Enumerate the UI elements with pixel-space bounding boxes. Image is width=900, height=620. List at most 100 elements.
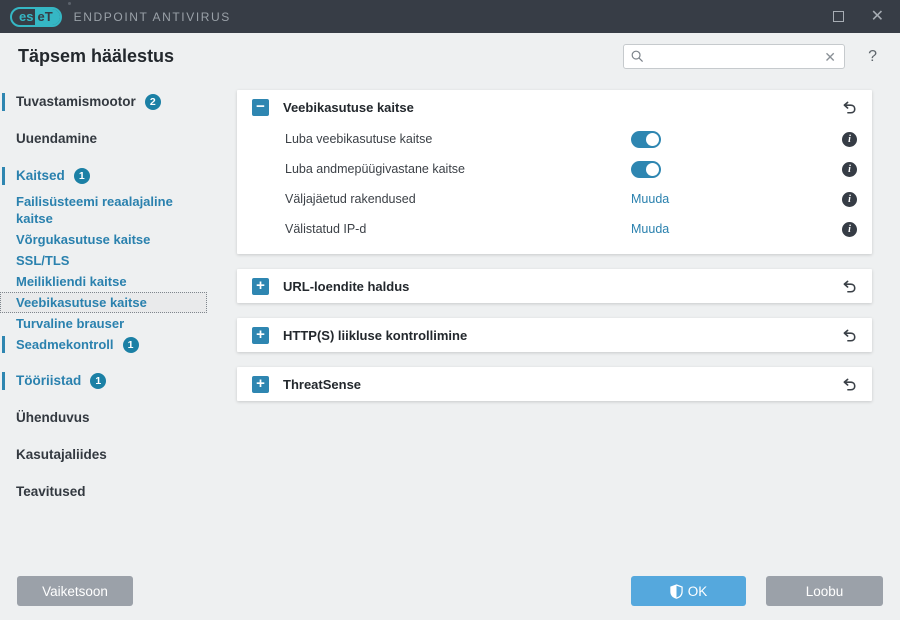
toggle-switch[interactable] bbox=[631, 160, 661, 178]
active-indicator bbox=[2, 372, 5, 390]
section-header-url-loendite-haldus[interactable]: + URL-loendite haldus bbox=[237, 269, 872, 303]
revert-to-default-icon[interactable] bbox=[842, 377, 857, 392]
eset-logo-left: es bbox=[19, 8, 34, 24]
revert-to-default-icon[interactable] bbox=[842, 279, 857, 294]
sidebar-item-ssl-tls[interactable]: SSL/TLS bbox=[0, 250, 207, 271]
sidebar-item-teavitused[interactable]: Teavitused bbox=[0, 481, 207, 503]
section-title: URL-loendite haldus bbox=[283, 278, 410, 294]
info-icon[interactable]: i bbox=[842, 191, 857, 207]
search-icon bbox=[631, 50, 644, 63]
setting-label: Luba andmepüügivastane kaitse bbox=[285, 162, 465, 176]
close-icon[interactable]: ✕ bbox=[871, 8, 884, 25]
info-icon[interactable]: i bbox=[842, 161, 857, 177]
section-title: HTTP(S) liikluse kontrollimine bbox=[283, 327, 468, 343]
sidebar-item-label: Kasutajaliides bbox=[16, 447, 107, 462]
sidebar-item-vorgukasutuse-kaitse[interactable]: Võrgukasutuse kaitse bbox=[0, 229, 207, 250]
revert-to-default-icon[interactable] bbox=[842, 100, 857, 115]
toggle-switch[interactable] bbox=[631, 130, 661, 148]
titlebar: es eT ENDPOINT ANTIVIRUS ✕ bbox=[0, 0, 900, 33]
notification-badge: 1 bbox=[122, 337, 139, 353]
clear-search-icon[interactable]: ✕ bbox=[823, 50, 837, 64]
section-title: Veebikasutuse kaitse bbox=[283, 99, 414, 115]
collapse-icon[interactable]: − bbox=[252, 98, 269, 116]
sidebar-item-label: Failisüsteemi reaalajaline kaitse bbox=[16, 194, 173, 226]
setting-label: Välistatud IP-d bbox=[285, 222, 367, 236]
settings-section-https-liikluse-kontrollimine: + HTTP(S) liikluse kontrollimine bbox=[237, 318, 872, 352]
sidebar-item-label: Veebikasutuse kaitse bbox=[16, 295, 147, 310]
sidebar-item-seadmekontroll[interactable]: Seadmekontroll 1 bbox=[0, 334, 207, 355]
edit-link[interactable]: Muuda bbox=[631, 222, 669, 236]
active-indicator bbox=[2, 167, 5, 185]
info-icon[interactable]: i bbox=[842, 131, 857, 147]
page-title: Täpsem häälestus bbox=[18, 46, 175, 66]
sidebar-item-label: Ühenduvus bbox=[16, 410, 90, 425]
sidebar-item-label: Teavitused bbox=[16, 484, 86, 499]
sidebar-item-uuendamine[interactable]: Uuendamine bbox=[0, 128, 207, 150]
setting-label: Luba veebikasutuse kaitse bbox=[285, 132, 433, 146]
sidebar-item-uhenduvus[interactable]: Ühenduvus bbox=[0, 407, 207, 429]
active-indicator bbox=[2, 336, 5, 353]
sidebar-item-meilikliendi-kaitse[interactable]: Meilikliendi kaitse bbox=[0, 271, 207, 292]
notification-badge: 1 bbox=[73, 168, 90, 184]
window-controls: ✕ bbox=[832, 8, 884, 25]
sidebar-item-label: Seadmekontroll bbox=[16, 337, 114, 352]
toggle-knob bbox=[646, 132, 659, 146]
settings-section-veebikasutuse-kaitse: − Veebikasutuse kaitse Luba veebikasutuse … bbox=[237, 90, 872, 254]
sidebar-item-tooriistad[interactable]: Tööriistad 1 bbox=[0, 370, 207, 392]
help-icon[interactable]: ? bbox=[868, 48, 877, 66]
expand-icon[interactable]: + bbox=[252, 375, 269, 393]
eset-logo: es eT bbox=[10, 6, 62, 27]
section-header-veebikasutuse-kaitse[interactable]: − Veebikasutuse kaitse bbox=[237, 90, 872, 124]
ok-button[interactable]: OK bbox=[631, 576, 746, 606]
cancel-button[interactable]: Loobu bbox=[766, 576, 883, 606]
shield-icon bbox=[670, 583, 683, 599]
section-title: ThreatSense bbox=[283, 376, 362, 392]
footer: Vaiketsoon OK Loobu bbox=[0, 560, 900, 620]
toggle-knob bbox=[646, 162, 659, 176]
setting-row-luba-veebikasutuse-kaitse: Luba veebikasutuse kaitse i bbox=[252, 124, 857, 154]
section-header-https-liikluse-kontrollimine[interactable]: + HTTP(S) liikluse kontrollimine bbox=[237, 318, 872, 352]
notification-badge: 1 bbox=[90, 373, 107, 389]
edit-link[interactable]: Muuda bbox=[631, 192, 669, 206]
expand-icon[interactable]: + bbox=[252, 326, 269, 344]
active-indicator bbox=[2, 93, 5, 111]
sidebar-item-label: Kaitsed bbox=[16, 168, 65, 183]
sidebar-item-label: Tööriistad bbox=[16, 373, 82, 388]
setting-row-valjajaetud-rakendused: Väljajäetud rakendused Muuda i bbox=[252, 184, 857, 214]
header: Täpsem häälestus ✕ ? bbox=[0, 33, 900, 88]
maximize-icon[interactable] bbox=[832, 11, 844, 22]
sidebar-item-tuvastamismootor[interactable]: Tuvastamismootor 2 bbox=[0, 91, 207, 113]
content-area: Tuvastamismootor 2 Uuendamine Kaitsed 1 Faili… bbox=[0, 88, 900, 518]
expand-icon[interactable]: + bbox=[252, 277, 269, 295]
sidebar-item-label: Turvaline brauser bbox=[16, 316, 125, 331]
defaults-button[interactable]: Vaiketsoon bbox=[17, 576, 133, 606]
cancel-button-label: Loobu bbox=[805, 583, 844, 599]
defaults-button-label: Vaiketsoon bbox=[42, 583, 108, 599]
sidebar-item-failisusteemi-reaalajaline-kaitse[interactable]: Failisüsteemi reaalajaline kaitse bbox=[0, 191, 207, 229]
sidebar-item-veebikasutuse-kaitse[interactable]: Veebikasutuse kaitse bbox=[0, 292, 207, 313]
sidebar-item-kaitsed[interactable]: Kaitsed 1 bbox=[0, 165, 207, 187]
revert-to-default-icon[interactable] bbox=[842, 328, 857, 343]
notification-badge: 2 bbox=[144, 94, 161, 110]
search-box[interactable]: ✕ bbox=[623, 44, 845, 69]
setting-row-luba-andmepuugivastane-kaitse: Luba andmepüügivastane kaitse i bbox=[252, 154, 857, 184]
setting-label: Väljajäetud rakendused bbox=[285, 192, 416, 206]
eset-logo-right: eT bbox=[35, 8, 60, 25]
sidebar-item-label: Meilikliendi kaitse bbox=[16, 274, 127, 289]
search-input[interactable] bbox=[649, 49, 824, 64]
ok-button-label: OK bbox=[687, 583, 708, 599]
sidebar: Tuvastamismootor 2 Uuendamine Kaitsed 1 Faili… bbox=[0, 88, 222, 518]
settings-section-threatsense: + ThreatSense bbox=[237, 367, 872, 401]
sidebar-item-label: Tuvastamismootor bbox=[16, 94, 136, 109]
sidebar-item-turvaline-brauser[interactable]: Turvaline brauser bbox=[0, 313, 207, 334]
settings-panel: − Veebikasutuse kaitse Luba veebikasutuse … bbox=[237, 90, 872, 416]
app-title: ENDPOINT ANTIVIRUS bbox=[73, 9, 231, 24]
section-body: Luba veebikasutuse kaitse i Luba andmepüüg… bbox=[237, 124, 872, 254]
sidebar-item-label: Uuendamine bbox=[16, 131, 98, 146]
sidebar-item-label: SSL/TLS bbox=[16, 253, 70, 268]
sidebar-item-label: Võrgukasutuse kaitse bbox=[16, 232, 151, 247]
settings-section-url-loendite-haldus: + URL-loendite haldus bbox=[237, 269, 872, 303]
sidebar-item-kasutajaliides[interactable]: Kasutajaliides bbox=[0, 444, 207, 466]
info-icon[interactable]: i bbox=[842, 221, 857, 237]
section-header-threatsense[interactable]: + ThreatSense bbox=[237, 367, 872, 401]
